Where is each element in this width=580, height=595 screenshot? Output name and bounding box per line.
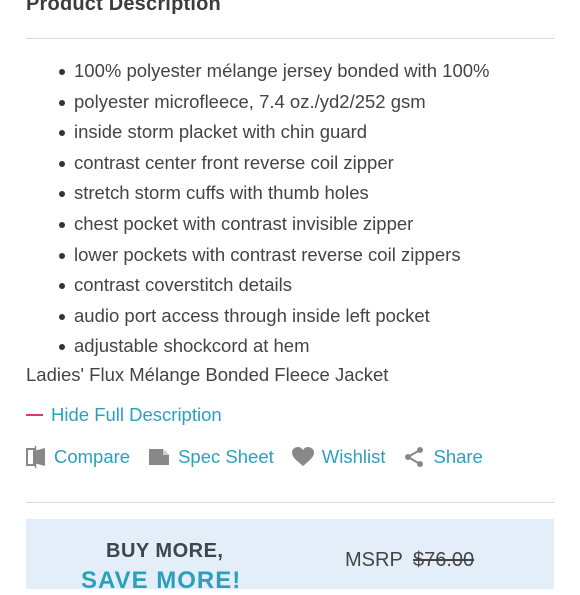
wishlist-button[interactable]: Wishlist	[291, 446, 386, 468]
feature-item: lower pockets with contrast reverse coil…	[59, 240, 554, 271]
hide-description-label: Hide Full Description	[51, 404, 222, 425]
divider	[26, 38, 554, 39]
msrp-price: $76.00	[412, 549, 475, 571]
feature-item: contrast coverstitch details	[59, 270, 554, 301]
feature-item: chest pocket with contrast invisible zip…	[59, 209, 554, 240]
product-name: Ladies' Flux Mélange Bonded Fleece Jacke…	[26, 364, 389, 385]
msrp: MSRP $76.00	[345, 549, 474, 572]
heart-icon	[291, 447, 314, 466]
compare-button[interactable]: Compare	[26, 446, 130, 468]
share-label: Share	[433, 446, 483, 467]
bulk-pricing-banner: BUY MORE, SAVE MORE! MSRP $76.00	[26, 519, 554, 594]
feature-item: audio port access through inside left po…	[59, 301, 554, 332]
feature-item: 100% polyester mélange jersey bonded wit…	[59, 56, 554, 87]
wishlist-label: Wishlist	[321, 446, 386, 467]
promo-subtitle: SAVE MORE!	[81, 567, 242, 594]
promo-title: BUY MORE,	[106, 540, 224, 562]
feature-item: stretch storm cuffs with thumb holes	[59, 178, 554, 209]
feature-item: inside storm placket with chin guard	[59, 117, 554, 148]
spec-sheet-button[interactable]: Spec Sheet	[148, 446, 274, 468]
feature-item: adjustable shockcord at hem	[59, 331, 554, 362]
compare-icon	[26, 446, 45, 468]
share-button[interactable]: Share	[403, 446, 483, 468]
share-icon	[405, 447, 424, 467]
feature-list: 100% polyester mélange jersey bonded wit…	[59, 56, 554, 362]
feature-item: polyester microfleece, 7.4 oz./yd2/252 g…	[59, 87, 554, 118]
document-icon	[149, 449, 170, 465]
spec-sheet-label: Spec Sheet	[178, 446, 274, 467]
divider	[26, 502, 554, 503]
product-actions: Compare Spec Sheet Wishlist Share	[26, 446, 501, 468]
minus-icon	[26, 414, 43, 416]
compare-label: Compare	[54, 446, 131, 467]
hide-description-link[interactable]: Hide Full Description	[26, 404, 222, 426]
section-heading: Product Description	[26, 0, 221, 15]
feature-item: contrast center front reverse coil zippe…	[59, 148, 554, 179]
msrp-label: MSRP	[345, 549, 403, 571]
